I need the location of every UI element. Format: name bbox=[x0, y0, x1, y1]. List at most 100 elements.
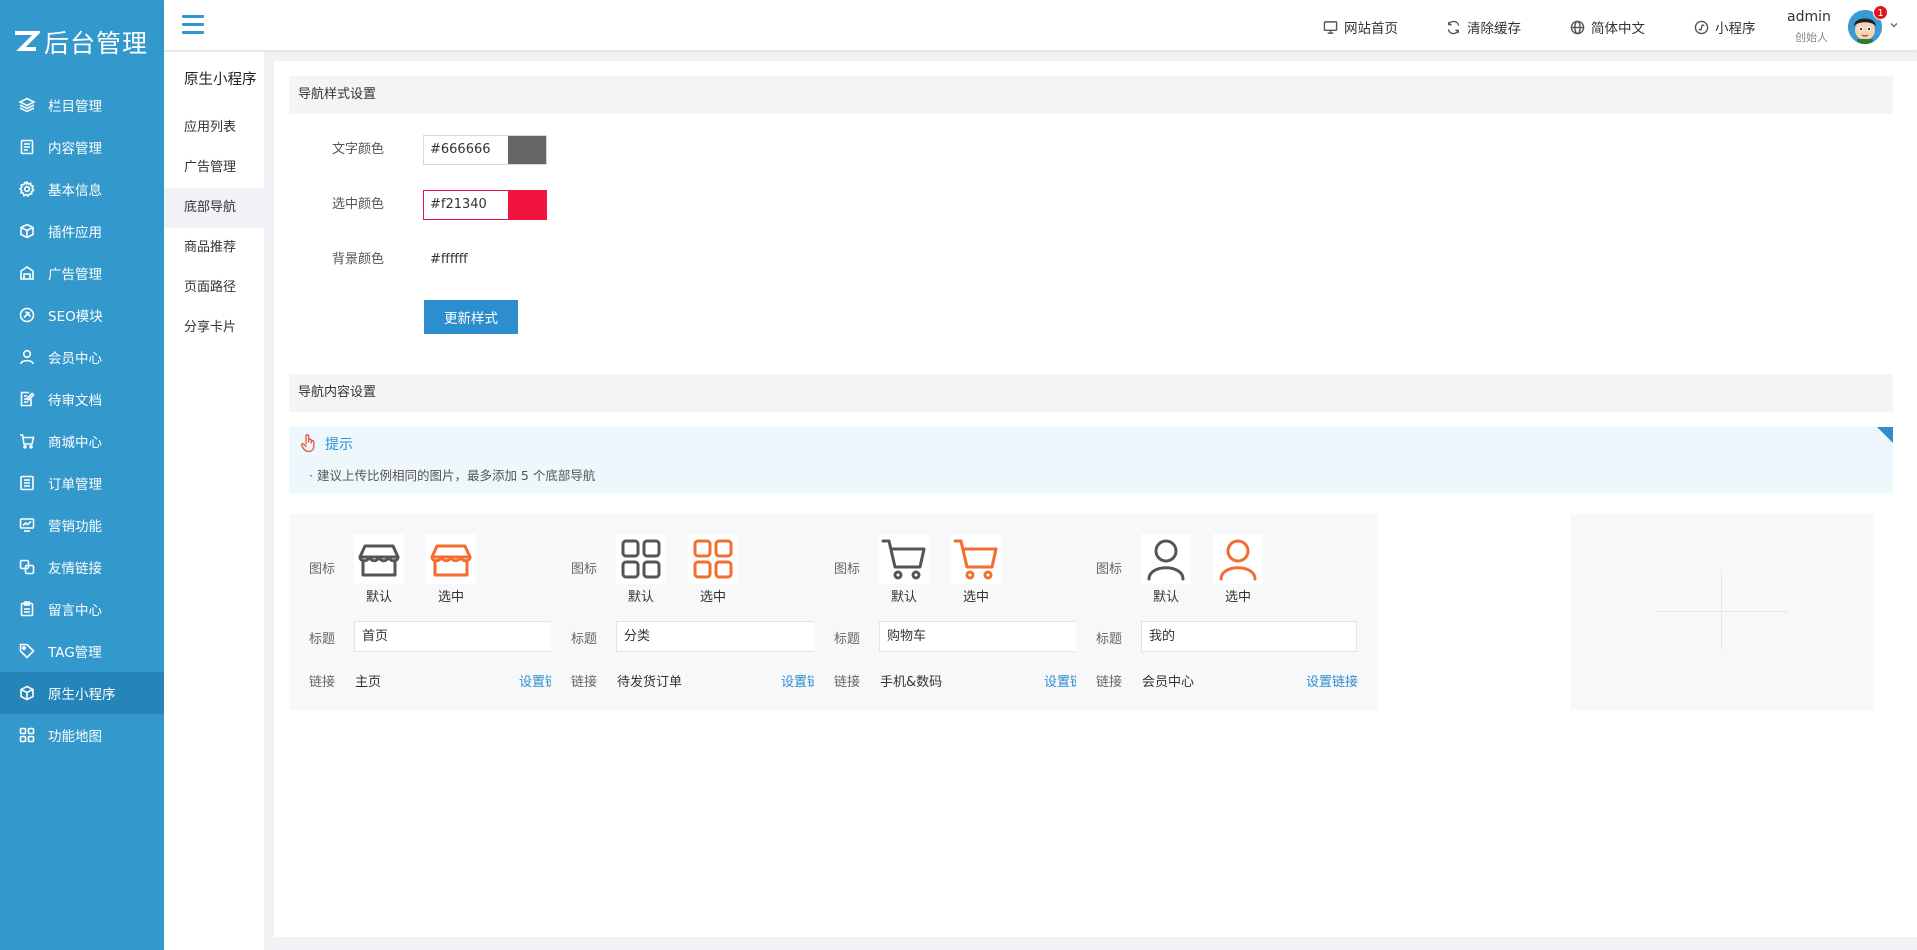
grid-icon bbox=[18, 726, 36, 744]
link-value: 手机&数码 bbox=[880, 675, 943, 690]
sidebar-item-9[interactable]: 订单管理 bbox=[0, 462, 164, 504]
submenu-item-3[interactable]: 商品推荐 bbox=[164, 228, 264, 268]
document-icon bbox=[18, 138, 36, 156]
header-link-home[interactable]: 网站首页 bbox=[1323, 17, 1398, 37]
user-menu[interactable]: admin 创始人 1 bbox=[1787, 5, 1912, 47]
tip-box: 提示 · 建议上传比例相同的图片，最多添加 5 个底部导航 bbox=[289, 427, 1893, 493]
main-content: 导航样式设置 文字颜色 #666666 选中颜色 #f21340 背景颜色 #f… bbox=[274, 61, 1917, 937]
tag-icon bbox=[18, 642, 36, 660]
title-input[interactable]: 首页 bbox=[354, 621, 570, 652]
submenu-list: 应用列表 广告管理 底部导航 商品推荐 页面路径 分享卡片 bbox=[164, 108, 264, 348]
icon-label: 图标 bbox=[834, 562, 861, 577]
default-cart-icon[interactable] bbox=[879, 534, 929, 584]
sidebar-item-2[interactable]: 基本信息 bbox=[0, 168, 164, 210]
menu-toggle-icon[interactable] bbox=[182, 15, 204, 35]
sidebar-item-12[interactable]: 留言中心 bbox=[0, 588, 164, 630]
chevron-down-icon bbox=[1890, 23, 1898, 28]
active-color-value[interactable]: #f21340 bbox=[424, 191, 508, 219]
link-label: 链接 bbox=[309, 675, 336, 690]
nav-card: 图标 默认 选中 标题 首页 链接 主页 设置链接 bbox=[289, 514, 591, 710]
sidebar-item-0[interactable]: 栏目管理 bbox=[0, 84, 164, 126]
sidebar-item-label: 营销功能 bbox=[48, 519, 102, 535]
selected-cart-icon[interactable] bbox=[951, 534, 1001, 584]
sidebar-item-3[interactable]: 插件应用 bbox=[0, 210, 164, 252]
header-link-language[interactable]: 简体中文 bbox=[1570, 17, 1645, 37]
sidebar-item-14[interactable]: 原生小程序 bbox=[0, 672, 164, 714]
sidebar-item-15[interactable]: 功能地图 bbox=[0, 714, 164, 756]
submenu-item-1[interactable]: 广告管理 bbox=[164, 148, 264, 188]
user-name: admin bbox=[1787, 9, 1831, 25]
submenu-item-0[interactable]: 应用列表 bbox=[164, 108, 264, 148]
text-color-label: 文字颜色 bbox=[332, 142, 385, 157]
default-user-icon[interactable] bbox=[1141, 534, 1191, 584]
sidebar-item-label: 待审文档 bbox=[48, 393, 102, 409]
header-link-label: 简体中文 bbox=[1591, 21, 1645, 37]
submenu-title: 原生小程序 bbox=[184, 72, 257, 88]
sidebar-item-label: TAG管理 bbox=[48, 645, 102, 661]
sidebar-item-5[interactable]: SEO模块 bbox=[0, 294, 164, 336]
add-nav-card[interactable] bbox=[1571, 514, 1873, 710]
selected-user-icon[interactable] bbox=[1213, 534, 1263, 584]
icon-label: 图标 bbox=[571, 562, 598, 577]
active-color-swatch[interactable] bbox=[508, 191, 546, 219]
list-icon bbox=[18, 474, 36, 492]
sidebar-item-10[interactable]: 营销功能 bbox=[0, 504, 164, 546]
title-input[interactable]: 我的 bbox=[1141, 621, 1357, 652]
link-value: 会员中心 bbox=[1142, 675, 1195, 690]
monitor-icon bbox=[1323, 20, 1338, 34]
sidebar-item-6[interactable]: 会员中心 bbox=[0, 336, 164, 378]
sidebar-item-label: 友情链接 bbox=[48, 561, 102, 577]
link-label: 链接 bbox=[834, 675, 861, 690]
selected-grid-icon[interactable] bbox=[688, 534, 738, 584]
gear-icon bbox=[18, 180, 36, 198]
hand-pointer-icon bbox=[300, 434, 315, 453]
tip-title: 提示 bbox=[325, 437, 353, 453]
add-plus-icon bbox=[1721, 570, 1722, 650]
sidebar-item-4[interactable]: 广告管理 bbox=[0, 252, 164, 294]
link-value: 主页 bbox=[355, 675, 382, 690]
sidebar-item-11[interactable]: 友情链接 bbox=[0, 546, 164, 588]
submenu-item-4[interactable]: 页面路径 bbox=[164, 268, 264, 308]
sidebar-item-8[interactable]: 商城中心 bbox=[0, 420, 164, 462]
sidebar-item-7[interactable]: 待审文档 bbox=[0, 378, 164, 420]
cube-icon bbox=[18, 684, 36, 702]
sidebar-item-1[interactable]: 内容管理 bbox=[0, 126, 164, 168]
header-link-miniprogram[interactable]: 小程序 bbox=[1694, 17, 1756, 37]
default-store-icon[interactable] bbox=[354, 534, 404, 584]
nav-card: 图标 默认 选中 标题 分类 链接 待发货订单 设置链接 bbox=[551, 514, 853, 710]
logo[interactable]: 后台管理 bbox=[0, 0, 164, 84]
link-icon bbox=[18, 558, 36, 576]
text-color-swatch[interactable] bbox=[508, 136, 546, 164]
bg-color-value[interactable]: #ffffff bbox=[430, 252, 468, 267]
selected-caption: 选中 bbox=[437, 590, 464, 605]
sidebar-item-label: 原生小程序 bbox=[48, 687, 116, 703]
user-role: 创始人 bbox=[1795, 31, 1828, 44]
active-color-field[interactable]: #f21340 bbox=[423, 190, 547, 220]
header-link-clear-cache[interactable]: 清除缓存 bbox=[1446, 17, 1521, 37]
add-plus-icon bbox=[1656, 611, 1788, 612]
submenu-item-5[interactable]: 分享卡片 bbox=[164, 308, 264, 348]
selected-caption: 选中 bbox=[1224, 590, 1251, 605]
text-color-field[interactable]: #666666 bbox=[423, 135, 547, 165]
selected-store-icon[interactable] bbox=[426, 534, 476, 584]
edit-doc-icon bbox=[18, 390, 36, 408]
refresh-icon bbox=[1447, 20, 1460, 34]
selected-caption: 选中 bbox=[962, 590, 989, 605]
default-caption: 默认 bbox=[365, 590, 392, 605]
tip-text: · 建议上传比例相同的图片，最多添加 5 个底部导航 bbox=[309, 468, 596, 483]
cart-icon bbox=[18, 432, 36, 450]
sidebar-item-13[interactable]: TAG管理 bbox=[0, 630, 164, 672]
set-link-button[interactable]: 设置链接 bbox=[1306, 671, 1358, 690]
selected-caption: 选中 bbox=[699, 590, 726, 605]
default-caption: 默认 bbox=[890, 590, 917, 605]
update-style-button[interactable]: 更新样式 bbox=[424, 300, 518, 334]
text-color-value[interactable]: #666666 bbox=[424, 136, 508, 164]
notification-badge: 1 bbox=[1873, 5, 1888, 20]
title-input[interactable]: 分类 bbox=[616, 621, 832, 652]
logo-text: 后台管理 bbox=[44, 29, 149, 58]
default-grid-icon[interactable] bbox=[616, 534, 666, 584]
sidebar-item-label: 插件应用 bbox=[48, 225, 102, 241]
title-input[interactable]: 购物车 bbox=[879, 621, 1095, 652]
submenu-item-2[interactable]: 底部导航 bbox=[164, 188, 264, 228]
sidebar-item-label: 栏目管理 bbox=[48, 99, 102, 115]
